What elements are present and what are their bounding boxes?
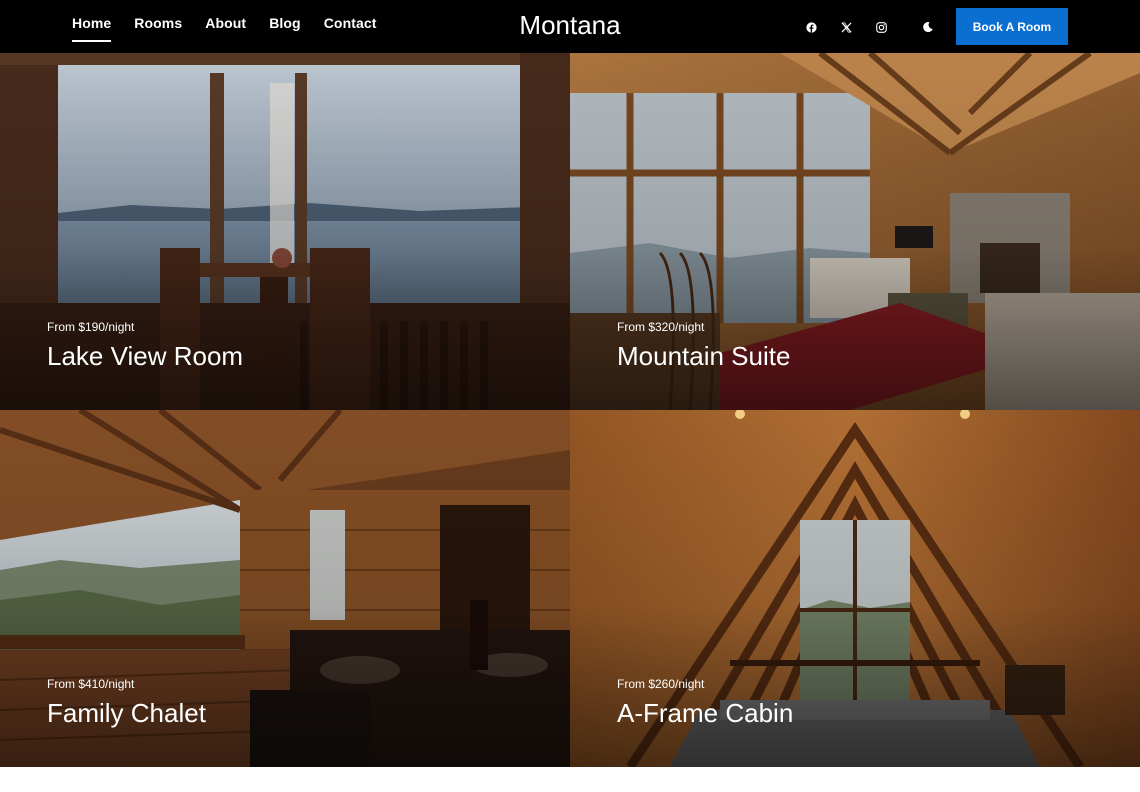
facebook-icon[interactable] [794, 17, 829, 37]
room-card-family-chalet[interactable]: From $410/night Family Chalet [0, 410, 570, 767]
room-price: From $410/night [47, 677, 135, 691]
nav-blog[interactable]: Blog [269, 0, 301, 42]
social-icons [794, 17, 945, 37]
nav-home[interactable]: Home [72, 0, 112, 42]
room-title[interactable]: A-Frame Cabin [617, 698, 793, 729]
room-card-mountain-suite[interactable]: From $320/night Mountain Suite [570, 53, 1140, 410]
moon-icon[interactable] [910, 17, 945, 37]
book-room-button[interactable]: Book A Room [956, 8, 1068, 45]
room-card-a-frame-cabin[interactable]: From $260/night A-Frame Cabin [570, 410, 1140, 767]
nav-rooms[interactable]: Rooms [134, 0, 182, 42]
room-title[interactable]: Family Chalet [47, 698, 206, 729]
room-price: From $260/night [617, 677, 705, 691]
nav-about[interactable]: About [205, 0, 246, 42]
nav-contact[interactable]: Contact [324, 0, 377, 42]
room-card-lake-view[interactable]: From $190/night Lake View Room [0, 53, 570, 410]
x-icon[interactable] [829, 17, 864, 37]
room-title[interactable]: Mountain Suite [617, 341, 790, 372]
instagram-icon[interactable] [864, 17, 899, 37]
nav-links: Home Rooms About Blog Contact [72, 0, 377, 53]
room-price: From $320/night [617, 320, 705, 334]
room-price: From $190/night [47, 320, 135, 334]
site-brand[interactable]: Montana [519, 10, 620, 40]
top-nav: Home Rooms About Blog Contact Montana Bo… [0, 0, 1140, 53]
rooms-grid: From $190/night Lake View Room From $320… [0, 53, 1140, 767]
room-title[interactable]: Lake View Room [47, 341, 243, 372]
